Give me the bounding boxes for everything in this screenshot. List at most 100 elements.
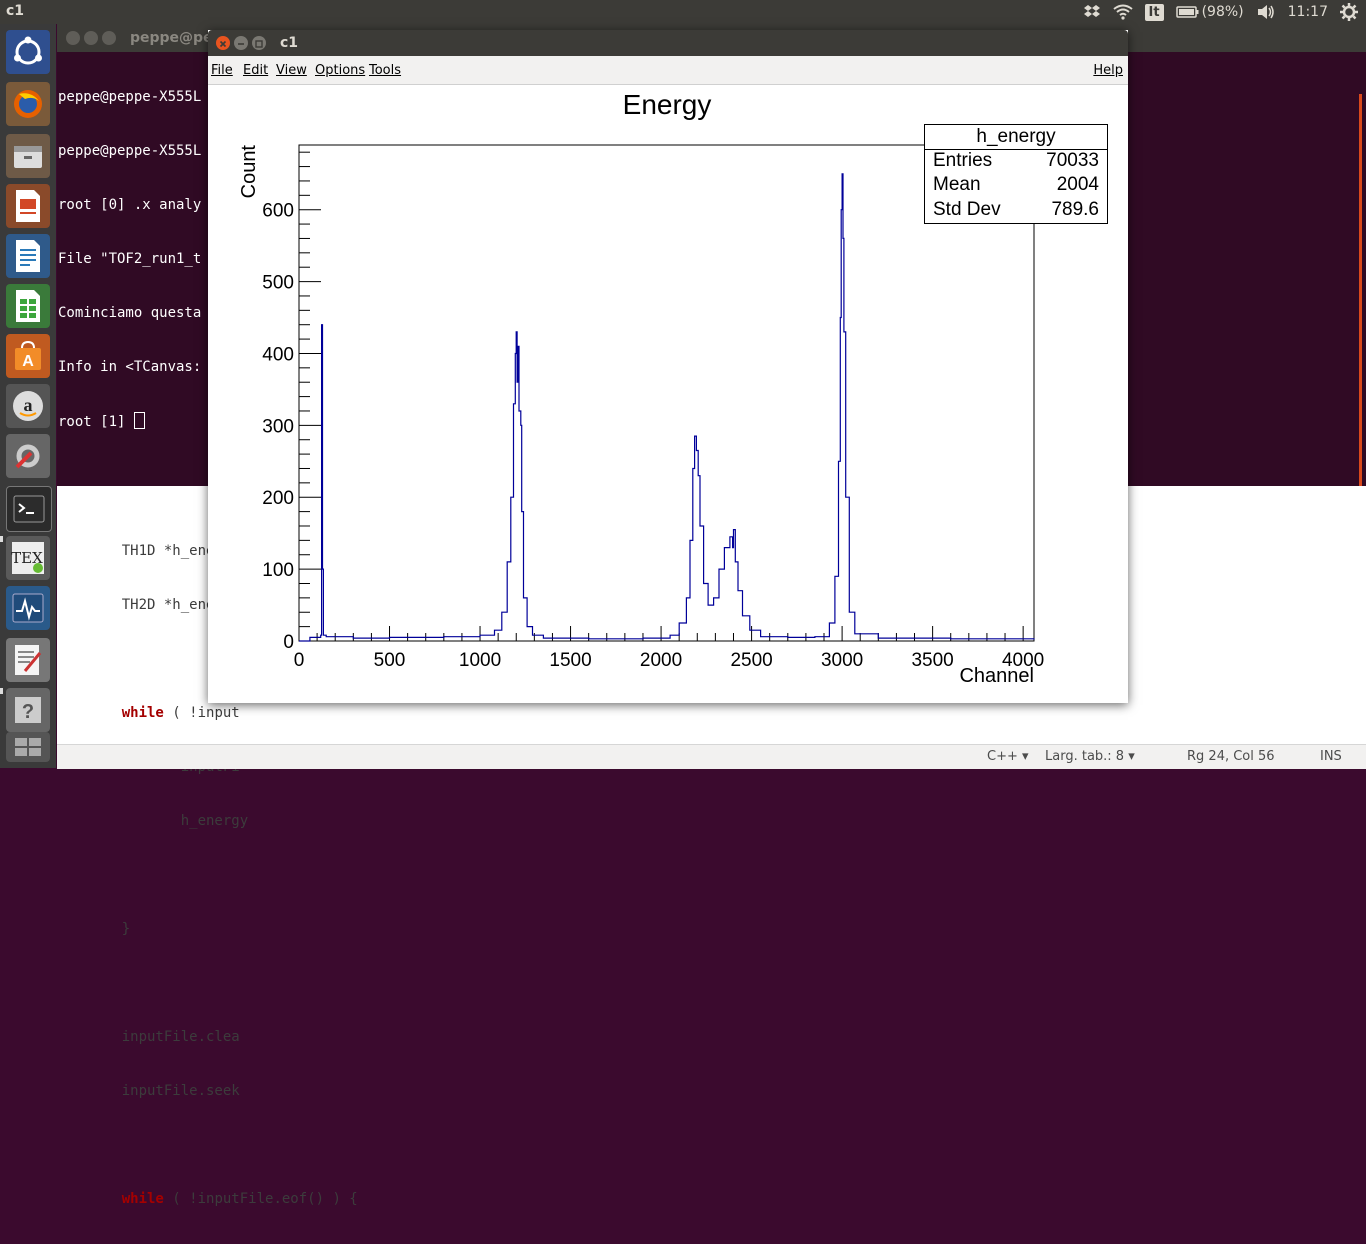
text-editor-icon[interactable] bbox=[6, 638, 50, 682]
system-monitor-icon[interactable] bbox=[6, 586, 50, 630]
texmaker-icon[interactable]: TEX bbox=[6, 536, 50, 580]
tab-width-selector[interactable]: Larg. tab.: 8 ▾ bbox=[1045, 749, 1135, 764]
code-line: while ( !input bbox=[88, 704, 358, 722]
files-icon[interactable] bbox=[6, 134, 50, 178]
x-tick-label: 500 bbox=[374, 650, 406, 671]
code-text: ( !input bbox=[163, 705, 240, 721]
firefox-icon[interactable] bbox=[6, 82, 50, 126]
terminal-scrollbar[interactable] bbox=[1359, 94, 1362, 544]
terminal-output[interactable]: peppe@peppe-X555L peppe@peppe-X555L root… bbox=[58, 52, 201, 467]
x-tick-label: 3500 bbox=[911, 650, 953, 671]
cursor-position: Rg 24, Col 56 bbox=[1187, 749, 1275, 764]
x-tick-label: 2500 bbox=[730, 650, 772, 671]
code-line: inputFile.seek bbox=[88, 1083, 240, 1099]
stats-box[interactable]: h_energy Entries 70033 Mean 2004 Std Dev 78… bbox=[924, 124, 1108, 224]
menu-help[interactable]: Help bbox=[1093, 63, 1123, 78]
stats-row-entries: Entries 70033 bbox=[933, 150, 1099, 171]
canvas-titlebar[interactable]: c1 bbox=[208, 30, 1128, 56]
software-center-icon[interactable]: A bbox=[6, 334, 50, 378]
code-text: ( !inputFile.eof() ) { bbox=[163, 1191, 358, 1207]
y-tick-label: 200 bbox=[262, 488, 294, 509]
menu-view[interactable]: View bbox=[276, 63, 307, 78]
y-tick-label: 100 bbox=[262, 560, 294, 581]
x-tick-label: 0 bbox=[294, 650, 305, 671]
x-axis-label: Channel bbox=[959, 665, 1034, 687]
top-panel: c1 It (98%) 11:17 bbox=[0, 0, 1366, 24]
y-tick-label: 300 bbox=[262, 416, 294, 437]
menu-file[interactable]: File bbox=[211, 63, 233, 78]
battery-icon bbox=[1175, 6, 1199, 18]
calc-icon[interactable] bbox=[6, 284, 50, 328]
stats-row-stddev: Std Dev 789.6 bbox=[933, 199, 1099, 220]
code-keyword: while bbox=[121, 1191, 164, 1207]
terminal-line: root [1] bbox=[58, 414, 134, 430]
keyboard-layout-indicator[interactable]: It bbox=[1144, 3, 1164, 21]
close-button[interactable] bbox=[216, 36, 230, 50]
running-indicator bbox=[0, 688, 3, 694]
system-settings-icon[interactable] bbox=[6, 434, 50, 478]
x-tick-label: 3000 bbox=[821, 650, 863, 671]
terminal-cursor bbox=[133, 412, 145, 429]
running-indicator bbox=[0, 536, 3, 542]
canvas-window[interactable]: c1 File Edit View Options Tools Help Ene… bbox=[208, 30, 1128, 703]
settings-gear-icon[interactable] bbox=[1340, 3, 1358, 21]
y-tick-label: 500 bbox=[262, 273, 294, 294]
y-tick-label: 600 bbox=[262, 201, 294, 222]
menu-tools[interactable]: Tools bbox=[369, 63, 401, 78]
terminal-line: Cominciamo questa bbox=[58, 305, 202, 321]
chart-title: Energy bbox=[623, 89, 712, 120]
battery-indicator[interactable]: (98%) bbox=[1175, 4, 1244, 20]
volume-icon[interactable] bbox=[1256, 4, 1276, 20]
minimize-button[interactable] bbox=[234, 36, 248, 50]
canvas-menubar: File Edit View Options Tools Help bbox=[208, 56, 1128, 85]
svg-text:A: A bbox=[22, 353, 34, 370]
clock[interactable]: 11:17 bbox=[1288, 4, 1328, 20]
ubuntu-dash-icon[interactable] bbox=[6, 30, 50, 74]
terminal-line: peppe@peppe-X555L bbox=[58, 143, 202, 159]
root-canvas[interactable]: Energy 0 100 200 300 400 500 600 0 500 1000 1500 2… bbox=[208, 85, 1128, 703]
battery-percent: (98%) bbox=[1201, 4, 1244, 20]
terminal-line: root [0] .x analy bbox=[58, 197, 202, 213]
wifi-icon[interactable] bbox=[1112, 4, 1133, 20]
code-line: } bbox=[88, 921, 131, 937]
x-tick-label: 1500 bbox=[549, 650, 591, 671]
help-icon[interactable]: ? bbox=[6, 688, 50, 732]
y-axis: 0 100 200 300 400 500 600 bbox=[262, 151, 321, 653]
terminal-line: File "TOF2_run1_t bbox=[58, 251, 202, 267]
svg-text:?: ? bbox=[22, 701, 34, 723]
code-line: while ( !inputFile.eof() ) { bbox=[88, 1190, 358, 1208]
impress-icon[interactable] bbox=[6, 184, 50, 228]
terminal-line: Info in <TCanvas: bbox=[58, 359, 202, 375]
close-button[interactable] bbox=[66, 31, 80, 45]
y-tick-label: 0 bbox=[283, 632, 294, 653]
workspaces-icon[interactable] bbox=[6, 732, 50, 762]
terminal-icon[interactable] bbox=[6, 486, 52, 532]
maximize-button[interactable] bbox=[252, 36, 266, 50]
menu-options[interactable]: Options bbox=[315, 63, 365, 78]
amazon-icon[interactable]: a bbox=[6, 384, 50, 428]
minimize-button[interactable] bbox=[84, 31, 98, 45]
canvas-window-title: c1 bbox=[280, 35, 299, 51]
x-tick-label: 1000 bbox=[459, 650, 501, 671]
terminal-title: peppe@pe bbox=[130, 30, 213, 46]
terminal-prompt-line: root [1] bbox=[58, 412, 201, 431]
minimize-icon bbox=[238, 43, 244, 45]
code-line: h_energy bbox=[88, 813, 249, 829]
dropbox-icon[interactable] bbox=[1083, 4, 1101, 20]
insert-mode: INS bbox=[1320, 749, 1342, 764]
language-selector[interactable]: C++ ▾ bbox=[987, 749, 1029, 764]
maximize-button[interactable] bbox=[102, 31, 116, 45]
menu-edit[interactable]: Edit bbox=[243, 63, 268, 78]
launcher: A a TEX ? bbox=[0, 24, 56, 768]
active-app-title: c1 bbox=[6, 3, 25, 19]
y-tick-label: 400 bbox=[262, 344, 294, 365]
maximize-icon bbox=[255, 40, 263, 48]
system-tray: It (98%) 11:17 bbox=[1083, 0, 1366, 24]
writer-icon[interactable] bbox=[6, 234, 50, 278]
stats-row-mean: Mean 2004 bbox=[933, 174, 1099, 195]
x-axis: 0 500 1000 1500 2000 2500 3000 3500 4000 bbox=[294, 626, 1044, 671]
close-icon bbox=[219, 40, 227, 48]
